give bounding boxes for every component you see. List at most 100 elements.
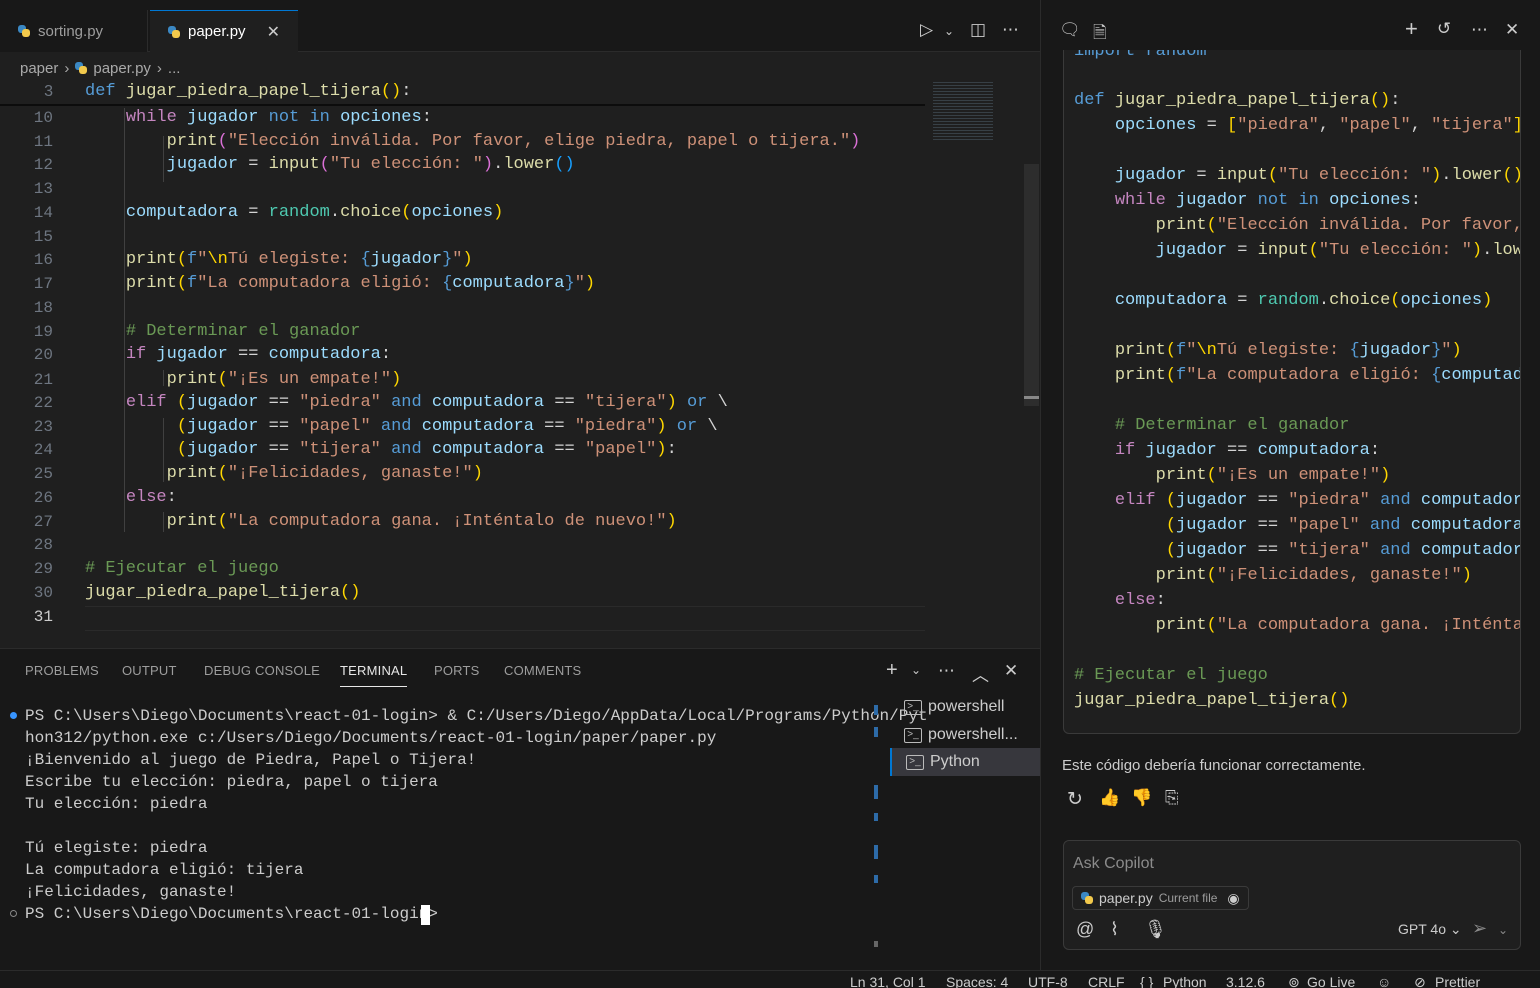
code-line[interactable]: while jugador not in opciones: xyxy=(85,108,432,127)
close-icon[interactable]: ✕ xyxy=(1505,20,1519,40)
code-editor[interactable]: 3 def jugar_piedra_papel_tijera(): 10 11 1… xyxy=(0,80,1040,640)
context-file-name: paper.py xyxy=(1099,890,1153,906)
terminal-line: Tu elección: piedra xyxy=(25,795,208,813)
chat-icon[interactable]: 🗨 xyxy=(1059,20,1081,40)
model-picker[interactable]: GPT 4o ⌄ xyxy=(1398,921,1462,938)
microphone-icon[interactable]: 🎙 xyxy=(1144,919,1167,940)
chat-input-box[interactable]: Ask Copilot paper.py Current file ◉ @ ⌇ … xyxy=(1063,840,1521,950)
tab-debug-console[interactable]: DEBUG CONSOLE xyxy=(204,663,320,678)
status-encoding[interactable]: UTF-8 xyxy=(1028,974,1068,988)
code-line[interactable]: jugar_piedra_papel_tijera() xyxy=(85,583,360,602)
status-go-live[interactable]: Go Live xyxy=(1307,974,1355,988)
chevron-down-icon[interactable]: ⌄ xyxy=(944,24,954,38)
code-line[interactable]: print("¡Felicidades, ganaste!") xyxy=(85,464,483,483)
thumbs-down-icon[interactable]: 👎 xyxy=(1131,788,1152,808)
tab-terminal[interactable]: TERMINAL xyxy=(340,663,408,687)
terminal-instance-label: powershell... xyxy=(928,726,1018,743)
code-line[interactable]: jugador = input("Tu elección: ").lower() xyxy=(85,155,575,174)
terminal-icon: >_ xyxy=(904,699,922,715)
code-line[interactable]: else: xyxy=(85,488,177,507)
chevron-down-icon[interactable]: ⌄ xyxy=(911,663,921,677)
terminal-instance-powershell[interactable]: >_ powershell xyxy=(890,693,1040,721)
new-terminal-icon[interactable]: + xyxy=(886,659,898,682)
breadcrumb-file[interactable]: paper.py xyxy=(93,60,151,77)
terminal-line: ¡Felicidades, ganaste! xyxy=(25,883,237,901)
tab-problems[interactable]: PROBLEMS xyxy=(25,663,99,678)
split-editor-icon[interactable]: ◫ xyxy=(970,20,986,40)
new-chat-icon[interactable]: + xyxy=(1405,16,1418,42)
thumbs-up-icon[interactable]: 👍 xyxy=(1099,788,1120,808)
line-number: 23 xyxy=(33,418,53,436)
code-line[interactable]: (jugador == "papel" and computadora == "… xyxy=(85,417,718,436)
status-eol[interactable]: CRLF xyxy=(1088,974,1125,988)
code-line[interactable]: print("Elección inválida. Por favor, eli… xyxy=(85,132,861,151)
status-prettier[interactable]: Prettier xyxy=(1435,974,1480,988)
code-line[interactable]: print("La computadora gana. ¡Inténtalo d… xyxy=(85,512,677,531)
code-line[interactable]: print(f"\nTú elegiste: {jugador}") xyxy=(85,250,473,269)
chat-input[interactable]: Ask Copilot xyxy=(1073,855,1154,873)
code-line[interactable]: computadora = random.choice(opciones) xyxy=(85,203,504,222)
tab-label: paper.py xyxy=(188,23,246,40)
history-icon[interactable]: ↺ xyxy=(1437,19,1451,39)
attach-icon[interactable]: ⌇ xyxy=(1110,919,1119,940)
model-name: GPT 4o xyxy=(1398,921,1446,937)
chat-code-block[interactable]: import random def jugar_piedra_papel_tij… xyxy=(1063,50,1521,734)
bottom-panel: PROBLEMS OUTPUT DEBUG CONSOLE TERMINAL P… xyxy=(0,648,1040,970)
terminal-instance-label: Python xyxy=(930,753,980,770)
tab-comments[interactable]: COMMENTS xyxy=(504,663,581,678)
chevron-down-icon[interactable]: ⌄ xyxy=(1498,923,1508,937)
line-number: 15 xyxy=(33,228,53,246)
maximize-panel-icon[interactable]: ︿ xyxy=(972,661,989,686)
more-actions-icon[interactable]: ⋯ xyxy=(1471,20,1488,40)
status-indentation[interactable]: Spaces: 4 xyxy=(946,974,1008,988)
terminal-instance-powershell-2[interactable]: >_ powershell... xyxy=(890,721,1040,749)
code-line[interactable]: print("¡Es un empate!") xyxy=(85,370,402,389)
tab-paper[interactable]: paper.py ✕ xyxy=(150,10,298,52)
tab-sorting[interactable]: sorting.py xyxy=(0,10,148,52)
line-number: 29 xyxy=(33,560,53,578)
insert-into-new-file-icon[interactable]: ⎘ xyxy=(1165,788,1179,808)
code-line[interactable]: # Ejecutar el juego xyxy=(85,559,279,578)
code-line[interactable]: print(f"La computadora eligió: {computad… xyxy=(85,274,595,293)
send-icon[interactable]: ➢ xyxy=(1472,918,1487,939)
edit-session-icon[interactable]: 🗎 xyxy=(1093,20,1107,49)
close-icon[interactable]: ✕ xyxy=(267,22,280,42)
code-line: print(f"La computadora eligió: {computad… xyxy=(1114,366,1520,385)
code-line: print("La computadora gana. ¡Inténtal xyxy=(1155,616,1521,635)
eye-icon[interactable]: ◉ xyxy=(1227,890,1239,907)
status-cursor-position[interactable]: Ln 31, Col 1 xyxy=(850,974,926,988)
code-line: print("¡Felicidades, ganaste!") xyxy=(1155,566,1472,585)
code-line: while jugador not in opciones: xyxy=(1114,191,1421,210)
tab-output[interactable]: OUTPUT xyxy=(122,663,177,678)
context-file-chip[interactable]: paper.py Current file ◉ xyxy=(1072,886,1249,910)
status-python-version[interactable]: 3.12.6 xyxy=(1226,974,1265,988)
python-file-icon xyxy=(1081,892,1093,904)
line-number: 22 xyxy=(33,394,53,412)
code-line[interactable]: elif (jugador == "piedra" and computador… xyxy=(85,393,728,412)
braces-icon: { } xyxy=(1140,974,1154,988)
command-success-dot xyxy=(10,712,17,719)
breadcrumb-more[interactable]: ... xyxy=(168,60,181,77)
tab-ports[interactable]: PORTS xyxy=(434,663,480,678)
copilot-icon[interactable]: ☺ xyxy=(1377,974,1391,988)
breadcrumb-folder[interactable]: paper xyxy=(20,60,58,77)
code-line[interactable]: # Determinar el ganador xyxy=(85,322,361,341)
code-line[interactable]: if jugador == computadora: xyxy=(85,345,391,364)
editor-scrollbar[interactable] xyxy=(1024,164,1039,406)
status-language[interactable]: Python xyxy=(1163,974,1207,988)
sticky-line[interactable]: def jugar_piedra_papel_tijera(): xyxy=(85,82,411,101)
code-line[interactable]: (jugador == "tijera" and computadora == … xyxy=(85,440,677,459)
terminal-line: PS C:\Users\Diego\Documents\react-01-log… xyxy=(25,905,448,923)
retry-icon[interactable]: ↻ xyxy=(1067,788,1083,811)
breadcrumb: paper › paper.py › ... xyxy=(0,56,1040,80)
code-line: (jugador == "papel" and computadora = xyxy=(1165,516,1521,535)
code-line: elif (jugador == "piedra" and computador… xyxy=(1114,491,1520,510)
close-panel-icon[interactable]: ✕ xyxy=(1004,661,1018,681)
run-icon[interactable]: ▷ xyxy=(920,20,933,40)
more-actions-icon[interactable]: ⋯ xyxy=(1002,20,1019,40)
more-actions-icon[interactable]: ⋯ xyxy=(938,661,955,681)
minimap[interactable] xyxy=(925,80,1025,150)
mention-icon[interactable]: @ xyxy=(1076,919,1094,940)
context-file-label: Current file xyxy=(1158,891,1218,905)
terminal-instance-python[interactable]: >_ Python xyxy=(890,748,1040,776)
